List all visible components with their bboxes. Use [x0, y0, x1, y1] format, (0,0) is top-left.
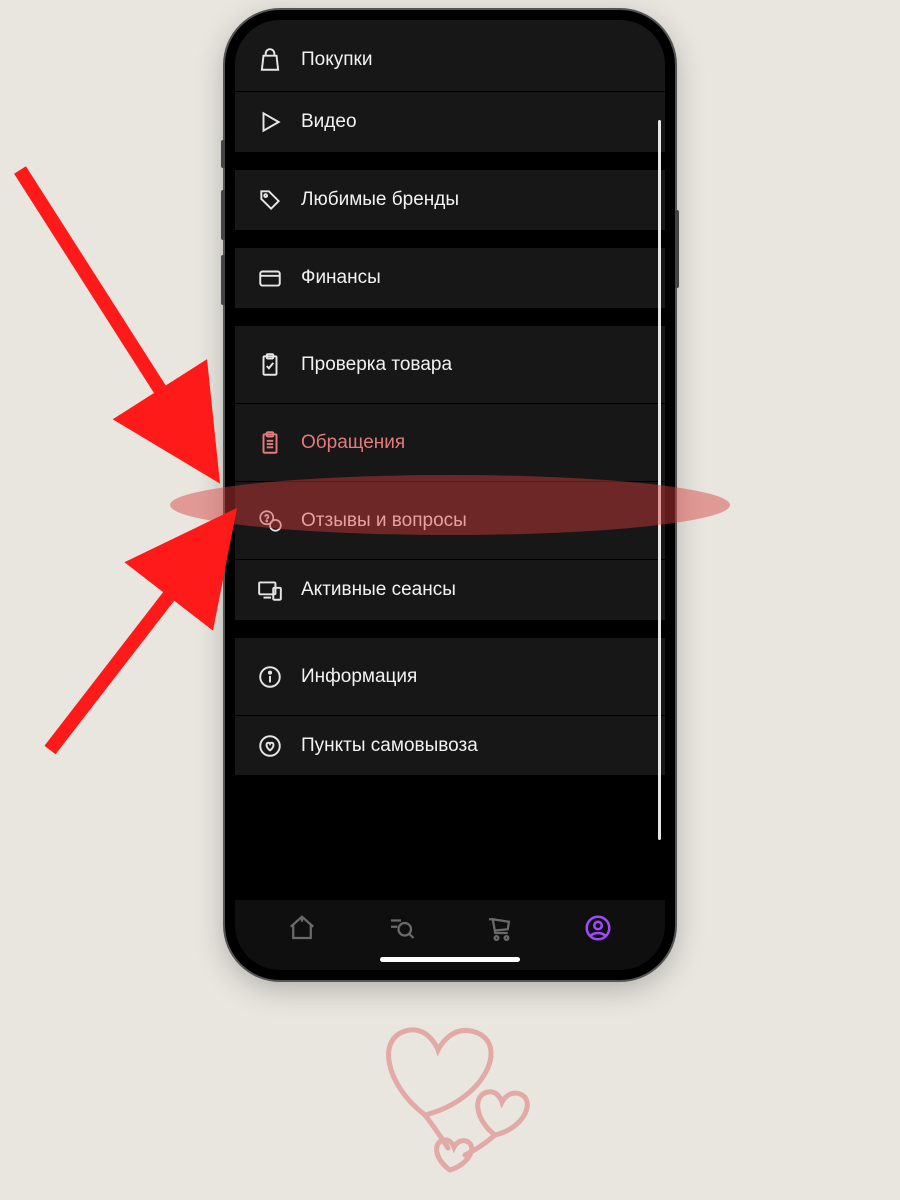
menu-item-information[interactable]: Информация [235, 638, 665, 716]
menu-item-favorite-brands[interactable]: Любимые бренды [235, 170, 665, 248]
tag-icon [257, 187, 283, 213]
tab-profile[interactable] [582, 912, 614, 944]
phone-side-button [221, 140, 225, 168]
menu-item-label: Отзывы и вопросы [301, 510, 467, 532]
menu-item-finance[interactable]: Финансы [235, 248, 665, 326]
menu-item-label: Информация [301, 666, 417, 688]
menu-list[interactable]: Покупки Видео Любимые [235, 20, 665, 900]
menu-item-requests[interactable]: Обращения [235, 404, 665, 482]
tab-home[interactable] [286, 912, 318, 944]
chat-question-icon [257, 508, 283, 534]
menu-item-label: Любимые бренды [301, 189, 459, 211]
menu-item-reviews-questions[interactable]: Отзывы и вопросы [235, 482, 665, 560]
menu-item-label: Видео [301, 111, 357, 133]
phone-side-button [675, 210, 679, 288]
bag-icon [257, 47, 283, 73]
menu-item-label: Покупки [301, 49, 372, 71]
menu-item-label: Активные сеансы [301, 579, 456, 601]
clipboard-list-icon [257, 430, 283, 456]
heart-pin-icon [257, 733, 283, 759]
phone-side-button [221, 255, 225, 305]
menu-item-video[interactable]: Видео [235, 92, 665, 170]
devices-icon [257, 577, 283, 603]
tab-search[interactable] [385, 912, 417, 944]
tab-cart[interactable] [483, 912, 515, 944]
menu-item-label: Финансы [301, 267, 381, 289]
home-indicator[interactable] [380, 957, 520, 962]
card-icon [257, 265, 283, 291]
screen: Покупки Видео Любимые [235, 20, 665, 970]
menu-item-pickup-points[interactable]: Пункты самовывоза [235, 716, 665, 776]
menu-item-purchases[interactable]: Покупки [235, 20, 665, 92]
menu-item-label: Обращения [301, 432, 405, 454]
menu-item-product-check[interactable]: Проверка товара [235, 326, 665, 404]
clipboard-check-icon [257, 352, 283, 378]
annotation-arrow-top [0, 150, 240, 490]
menu-item-label: Проверка товара [301, 354, 452, 376]
decoration-hearts [330, 1000, 570, 1180]
info-icon [257, 664, 283, 690]
menu-item-label: Пункты самовывоза [301, 735, 478, 757]
phone-side-button [221, 190, 225, 240]
scrollbar[interactable] [658, 120, 661, 840]
phone-frame: Покупки Видео Любимые [225, 10, 675, 980]
play-icon [257, 109, 283, 135]
menu-item-active-sessions[interactable]: Активные сеансы [235, 560, 665, 638]
